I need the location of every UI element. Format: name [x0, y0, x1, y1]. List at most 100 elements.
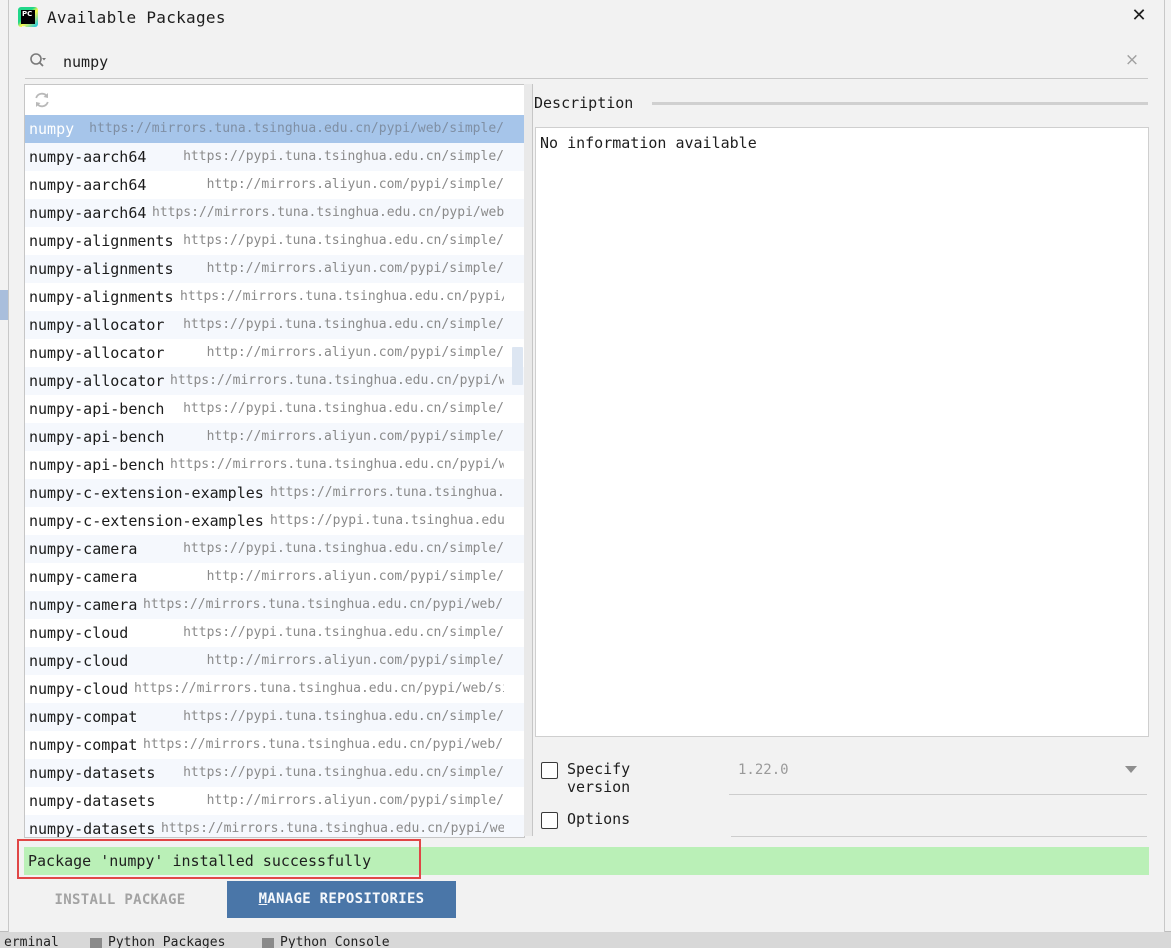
list-scrollbar-thumb[interactable]: [512, 347, 523, 385]
package-name: numpy-datasets: [29, 792, 156, 810]
package-repository-url: http://mirrors.aliyun.com/pypi/simple/: [206, 345, 504, 360]
pycharm-icon: PC _: [18, 7, 38, 27]
dialog-title: Available Packages: [47, 8, 226, 27]
package-row[interactable]: https://mirrors.tuna.tsinghua.edu.cn/pyp…: [25, 283, 524, 311]
package-name: numpy-datasets: [29, 764, 156, 782]
close-button[interactable]: ✕: [1125, 4, 1153, 28]
package-repository-url: http://mirrors.aliyun.com/pypi/simple/: [206, 569, 504, 584]
package-row[interactable]: https://mirrors.tuna.tsinghua.edu.cn/pyp…: [25, 675, 524, 703]
package-name: numpy-camera: [29, 596, 138, 614]
specify-version-label: Specify version: [567, 760, 631, 796]
package-name: numpy-allocator: [29, 372, 165, 390]
package-repository-url: https://pypi.tuna.tsinghua.edu.cn/simple…: [270, 513, 504, 528]
package-row[interactable]: https://mirrors.tuna.tsinghua.edu.cn/pyp…: [25, 479, 524, 507]
package-list: https://mirrors.tuna.tsinghua.edu.cn/pyp…: [24, 84, 525, 838]
version-dropdown[interactable]: 1.22.0: [729, 754, 1147, 795]
package-row[interactable]: http://mirrors.aliyun.com/pypi/simple/nu…: [25, 339, 524, 367]
status-banner: Package 'numpy' installed successfully: [24, 847, 1149, 875]
package-row[interactable]: https://mirrors.tuna.tsinghua.edu.cn/pyp…: [25, 815, 524, 837]
package-repository-url: https://pypi.tuna.tsinghua.edu.cn/simple…: [183, 625, 504, 640]
package-row[interactable]: http://mirrors.aliyun.com/pypi/simple/nu…: [25, 787, 524, 815]
package-repository-url: https://pypi.tuna.tsinghua.edu.cn/simple…: [183, 317, 504, 332]
clear-search-icon[interactable]: ×: [1123, 50, 1141, 70]
package-row[interactable]: https://pypi.tuna.tsinghua.edu.cn/simple…: [25, 143, 524, 171]
package-repository-url: https://mirrors.tuna.tsinghua.edu.cn/pyp…: [89, 121, 504, 136]
search-bar: ×: [25, 44, 1148, 79]
package-name: numpy-alignments: [29, 232, 174, 250]
description-header: Description: [534, 94, 634, 112]
splitter[interactable]: [524, 84, 533, 836]
package-row[interactable]: https://pypi.tuna.tsinghua.edu.cn/simple…: [25, 227, 524, 255]
package-repository-url: http://mirrors.aliyun.com/pypi/simple/: [206, 793, 504, 808]
package-repository-url: https://mirrors.tuna.tsinghua.edu.cn/pyp…: [180, 289, 504, 304]
terminal-tab[interactable]: erminal: [4, 935, 59, 948]
search-icon[interactable]: [29, 52, 47, 70]
package-row[interactable]: http://mirrors.aliyun.com/pypi/simple/nu…: [25, 171, 524, 199]
package-name: numpy-aarch64: [29, 148, 147, 166]
package-name: numpy-c-extension-examples: [29, 512, 264, 530]
status-message: Package 'numpy' installed successfully: [28, 852, 372, 870]
package-row[interactable]: http://mirrors.aliyun.com/pypi/simple/nu…: [25, 647, 524, 675]
package-name: numpy-cloud: [29, 624, 129, 642]
package-repository-url: https://mirrors.tuna.tsinghua.edu.cn/pyp…: [170, 457, 504, 472]
package-name: numpy-compat: [29, 736, 138, 754]
package-row[interactable]: https://pypi.tuna.tsinghua.edu.cn/simple…: [25, 535, 524, 563]
package-repository-url: https://mirrors.tuna.tsinghua.edu.cn/pyp…: [161, 821, 504, 836]
package-name: numpy-camera: [29, 540, 138, 558]
package-row[interactable]: https://mirrors.tuna.tsinghua.edu.cn/pyp…: [25, 591, 524, 619]
list-toolbar: [25, 85, 524, 115]
refresh-icon[interactable]: [33, 91, 51, 109]
install-package-button[interactable]: INSTALL PACKAGE: [25, 883, 215, 917]
specify-version-checkbox[interactable]: [541, 762, 558, 779]
python-console-tab[interactable]: Python Console: [262, 935, 390, 948]
package-row[interactable]: https://pypi.tuna.tsinghua.edu.cn/simple…: [25, 759, 524, 787]
search-input[interactable]: [61, 49, 1105, 75]
console-icon: [262, 937, 274, 948]
package-repository-url: https://mirrors.tuna.tsinghua.edu.cn/pyp…: [134, 681, 504, 696]
package-repository-url: http://mirrors.aliyun.com/pypi/simple/: [206, 653, 504, 668]
package-repository-url: http://mirrors.aliyun.com/pypi/simple/: [206, 261, 504, 276]
package-name: numpy-cloud: [29, 652, 129, 670]
package-rows: https://mirrors.tuna.tsinghua.edu.cn/pyp…: [25, 115, 524, 837]
package-row[interactable]: https://mirrors.tuna.tsinghua.edu.cn/pyp…: [25, 451, 524, 479]
package-name: numpy: [29, 115, 75, 143]
title-bar: PC _ Available Packages ✕: [9, 0, 1164, 36]
package-repository-url: https://pypi.tuna.tsinghua.edu.cn/simple…: [183, 401, 504, 416]
package-name: numpy-compat: [29, 708, 138, 726]
package-repository-url: https://mirrors.tuna.tsinghua.edu.cn/pyp…: [143, 597, 504, 612]
package-repository-url: http://mirrors.aliyun.com/pypi/simple/: [206, 429, 504, 444]
package-row[interactable]: https://pypi.tuna.tsinghua.edu.cn/simple…: [25, 311, 524, 339]
package-row[interactable]: https://mirrors.tuna.tsinghua.edu.cn/pyp…: [25, 115, 524, 143]
background-window-selection: [0, 290, 8, 320]
package-row[interactable]: https://pypi.tuna.tsinghua.edu.cn/simple…: [25, 619, 524, 647]
python-packages-tab[interactable]: Python Packages: [90, 935, 225, 948]
package-name: numpy-camera: [29, 568, 138, 586]
package-repository-url: https://pypi.tuna.tsinghua.edu.cn/simple…: [183, 233, 504, 248]
package-row[interactable]: https://pypi.tuna.tsinghua.edu.cn/simple…: [25, 507, 524, 535]
package-name: numpy-aarch64: [29, 204, 147, 222]
available-packages-dialog: PC_ Available Packages ✕ × https://mirro…: [8, 0, 1165, 932]
package-name: numpy-api-bench: [29, 428, 165, 446]
package-row[interactable]: https://pypi.tuna.tsinghua.edu.cn/simple…: [25, 703, 524, 731]
options-checkbox[interactable]: [541, 812, 558, 829]
package-repository-url: https://pypi.tuna.tsinghua.edu.cn/simple…: [183, 541, 504, 556]
packages-icon: [90, 937, 102, 948]
package-name: numpy-cloud: [29, 680, 129, 698]
options-label: Options: [567, 810, 631, 828]
package-row[interactable]: http://mirrors.aliyun.com/pypi/simple/nu…: [25, 563, 524, 591]
manage-mnemonic: M: [258, 891, 268, 907]
background-tool-window-bar: erminal Python Packages Python Console: [0, 931, 1171, 948]
package-row[interactable]: http://mirrors.aliyun.com/pypi/simple/nu…: [25, 423, 524, 451]
description-separator: [652, 102, 1148, 105]
package-repository-url: https://pypi.tuna.tsinghua.edu.cn/simple…: [183, 709, 504, 724]
chevron-down-icon: [1125, 766, 1137, 773]
package-row[interactable]: https://mirrors.tuna.tsinghua.edu.cn/pyp…: [25, 199, 524, 227]
package-row[interactable]: https://mirrors.tuna.tsinghua.edu.cn/pyp…: [25, 367, 524, 395]
package-repository-url: https://pypi.tuna.tsinghua.edu.cn/simple…: [183, 765, 504, 780]
manage-repositories-button[interactable]: MANAGE REPOSITORIES: [227, 881, 456, 918]
package-row[interactable]: http://mirrors.aliyun.com/pypi/simple/nu…: [25, 255, 524, 283]
package-repository-url: https://mirrors.tuna.tsinghua.edu.cn/pyp…: [270, 485, 504, 500]
package-row[interactable]: https://mirrors.tuna.tsinghua.edu.cn/pyp…: [25, 731, 524, 759]
options-field[interactable]: [731, 808, 1147, 837]
package-row[interactable]: https://pypi.tuna.tsinghua.edu.cn/simple…: [25, 395, 524, 423]
